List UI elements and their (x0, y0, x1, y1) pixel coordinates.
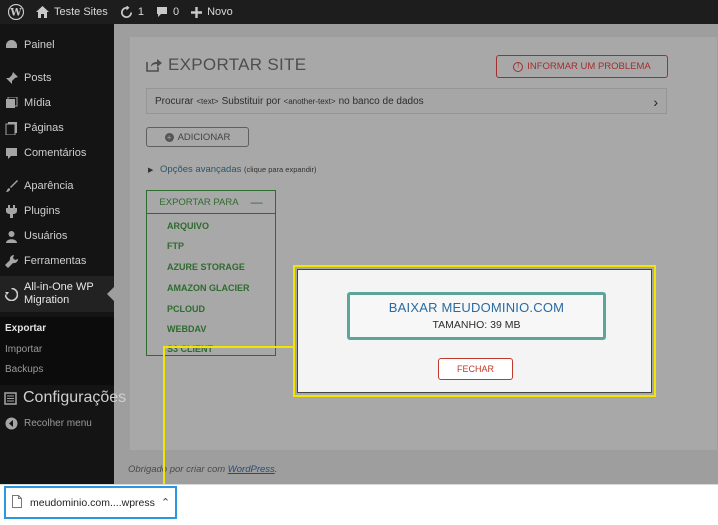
sidebar-item-ferramentas[interactable]: Ferramentas (0, 250, 114, 272)
footer-thanks: Obrigado por criar com WordPress. (128, 464, 278, 475)
updates-link[interactable]: 1 (120, 0, 144, 24)
collapse-icon (4, 416, 18, 430)
download-title: BAIXAR MEUDOMINIO.COM (388, 300, 565, 315)
export-option-webdav[interactable]: WEBDAV (167, 324, 206, 334)
export-option-azure-storage[interactable]: AZURE STORAGE (167, 262, 245, 272)
find-label: Procurar (155, 95, 194, 107)
report-problem-button[interactable]: ! INFORMAR UM PROBLEMA (496, 55, 668, 78)
brush-icon (4, 179, 18, 193)
site-name: Teste Sites (54, 6, 108, 18)
comments-count: 0 (172, 6, 180, 18)
wordpress-logo-icon[interactable]: W (8, 0, 24, 24)
dashboard-icon (4, 38, 18, 52)
chevron-up-icon[interactable]: ⌃ (161, 496, 170, 509)
alert-icon: ! (513, 61, 524, 72)
updates-count: 1 (137, 6, 144, 18)
another-text-tag: <another-text> (283, 96, 336, 106)
sidebar-item-aparencia[interactable]: Aparência (0, 175, 114, 197)
highlight-connector-vertical (163, 346, 165, 487)
new-content-link[interactable]: Novo (191, 0, 233, 24)
sidebar-item-usuarios[interactable]: Usuários (0, 225, 114, 247)
wrench-icon (4, 254, 18, 268)
media-icon (4, 96, 18, 110)
migration-label-line2: Migration (24, 294, 70, 306)
database-suffix: no banco de dados (338, 95, 424, 107)
download-file-button[interactable]: BAIXAR MEUDOMINIO.COM TAMANHO: 39 MB (347, 292, 606, 340)
sidebar-item-midia[interactable]: Mídia (0, 92, 114, 114)
home-icon (36, 6, 49, 18)
advanced-options-label: Opções avançadas (160, 164, 242, 175)
sidebar-item-paginas[interactable]: Páginas (0, 117, 114, 139)
close-button[interactable]: FECHAR (438, 358, 513, 380)
migration-submenu: Exportar Importar Backups (0, 317, 114, 385)
plus-icon (191, 6, 203, 18)
sidebar-item-recolher-menu[interactable]: Recolher menu (0, 412, 114, 434)
file-icon (12, 494, 22, 511)
comment-icon (156, 7, 167, 17)
site-name-link[interactable]: Teste Sites (36, 0, 108, 24)
chevron-right-icon: › (653, 94, 658, 110)
share-export-icon (146, 59, 162, 72)
sidebar-item-posts[interactable]: Posts (0, 67, 114, 89)
admin-bar: W Teste Sites 1 0 Novo (0, 0, 718, 24)
export-option-arquivo[interactable]: ARQUIVO (167, 221, 209, 231)
download-item[interactable]: meudominio.com....wpress ⌃ (4, 486, 177, 519)
export-to-dropdown: EXPORTAR PARA — ARQUIVO FTP AZURE STORAG… (146, 190, 276, 356)
sidebar-item-configuracoes[interactable]: Configurações (0, 387, 126, 409)
add-button[interactable]: + ADICIONAR (146, 127, 249, 147)
export-option-amazon-glacier[interactable]: AMAZON GLACIER (167, 283, 250, 293)
sidebar-item-all-in-one-wp-migration[interactable]: All-in-One WP Migration (0, 276, 114, 312)
migration-label-line1: All-in-One WP (24, 281, 94, 293)
pin-icon (4, 71, 18, 85)
plugin-icon (4, 204, 18, 218)
wordpress-link[interactable]: WordPress (228, 464, 275, 475)
plus-circle-icon: + (164, 132, 174, 142)
export-option-ftp[interactable]: FTP (167, 241, 184, 251)
users-icon (4, 229, 18, 243)
pages-icon (4, 121, 18, 135)
export-option-pcloud[interactable]: PCLOUD (167, 304, 205, 314)
sidebar-item-comentarios[interactable]: Comentários (0, 142, 114, 164)
replace-label: Substituir por (221, 95, 281, 107)
export-to-header[interactable]: EXPORTAR PARA — (147, 191, 275, 214)
sidebar-item-plugins[interactable]: Plugins (0, 200, 114, 222)
download-size: TAMANHO: 39 MB (432, 319, 521, 331)
download-filename: meudominio.com....wpress (30, 496, 155, 509)
sidebar-item-painel[interactable]: Painel (0, 34, 114, 56)
text-tag: <text> (196, 96, 219, 106)
find-replace-row[interactable]: Procurar <text> Substituir por <another-… (146, 88, 667, 114)
svg-text:W: W (9, 8, 22, 19)
advanced-options-toggle[interactable]: ▶ Opções avançadas (clique para expandir… (148, 164, 317, 175)
triangle-right-icon: ▶ (148, 167, 154, 174)
comments-icon (4, 146, 18, 160)
comments-link[interactable]: 0 (156, 0, 179, 24)
submenu-item-backups[interactable]: Backups (5, 364, 43, 375)
advanced-options-hint: (clique para expandir) (244, 165, 317, 174)
minus-icon: — (250, 195, 263, 209)
submenu-item-importar[interactable]: Importar (5, 344, 42, 355)
highlight-connector-horizontal (163, 346, 294, 348)
new-label: Novo (207, 6, 233, 18)
updates-icon (120, 5, 132, 18)
page-title: EXPORTAR SITE (146, 55, 306, 75)
submenu-item-exportar[interactable]: Exportar (5, 323, 46, 334)
migration-icon (4, 287, 18, 301)
settings-icon (4, 391, 17, 405)
